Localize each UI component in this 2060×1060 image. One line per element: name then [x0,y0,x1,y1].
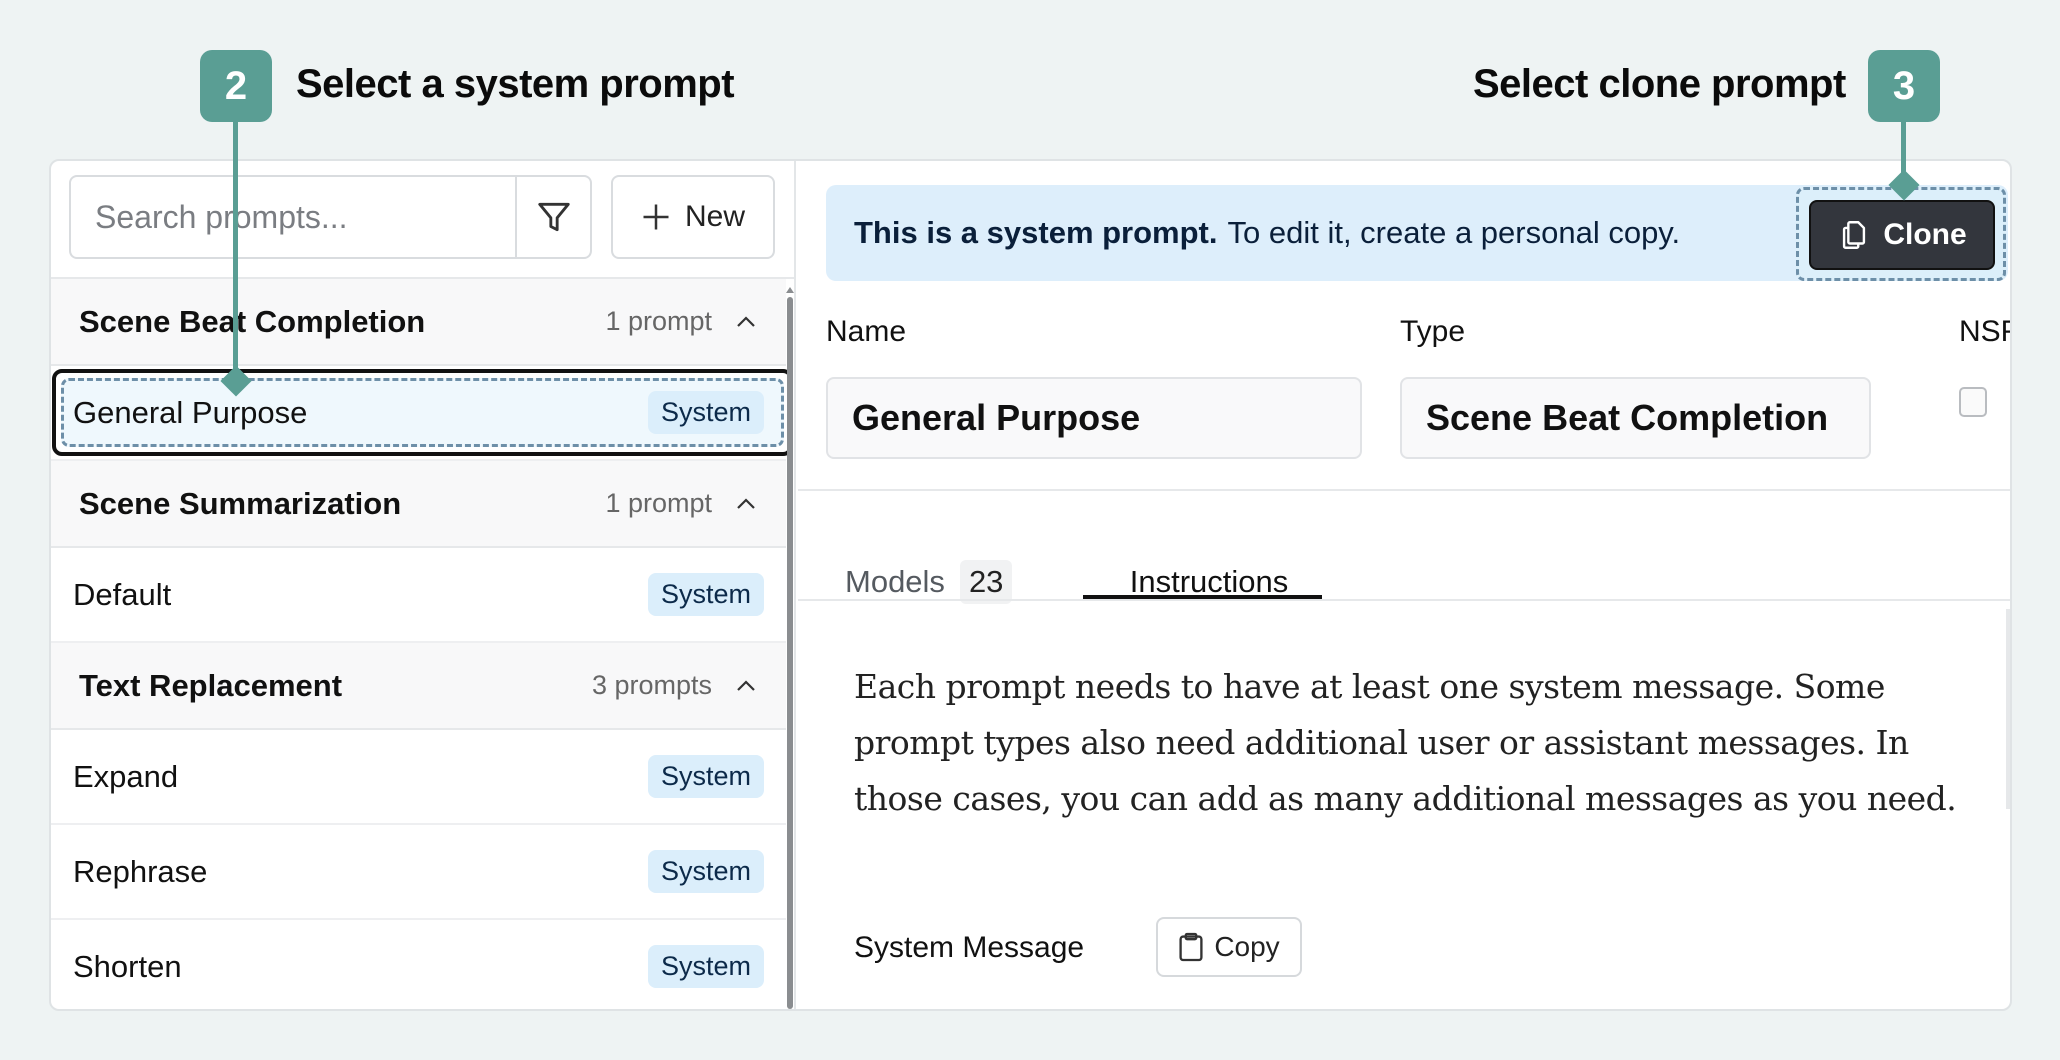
copy-icon [1843,221,1866,249]
chevron-up-icon[interactable] [734,310,758,334]
clone-highlight: Clone [1796,187,2006,281]
copy-button[interactable]: Copy [1156,917,1302,977]
models-count-badge: 23 [959,560,1013,604]
step-2-label: Select a system prompt [296,62,735,106]
clone-button[interactable]: Clone [1809,200,1995,270]
new-button-label: New [684,200,745,233]
name-value: General Purpose [852,397,1141,438]
chevron-up-icon[interactable] [734,674,758,698]
step-2-badge: 2 [200,50,272,122]
copy-label: Copy [1214,931,1280,962]
prompt-manager-window: New Scene Beat Completion 1 prompt Gener… [49,159,2012,1011]
notice-bold: This is a system prompt. [854,215,1218,250]
system-badge: System [647,573,764,616]
system-badge: System [647,850,764,893]
prompt-item-expand[interactable]: Expand System [51,730,786,825]
prompt-name: General Purpose [73,394,308,430]
step-3-badge: 3 [1868,50,1940,122]
clone-label: Clone [1883,218,1967,251]
prompt-list: Scene Beat Completion 1 prompt General P… [51,279,793,1009]
prompt-name: Shorten [73,948,182,984]
system-badge: System [647,391,764,434]
clipboard-icon [1179,932,1203,962]
name-label: Name [826,315,907,348]
prompt-item-general-purpose[interactable]: General Purpose System [51,366,793,461]
type-label: Type [1400,315,1466,348]
prompt-detail-panel: This is a system prompt. To edit it, cre… [798,161,2010,1009]
prompt-list-scrollbar[interactable] [786,287,794,1009]
prompt-name: Expand [73,758,179,794]
system-badge: System [647,755,764,798]
instructions-content: Each prompt needs to have at least one s… [798,601,2010,1009]
group-count: 3 prompts [591,670,712,700]
group-header-scene-summarization[interactable]: Scene Summarization 1 prompt [51,461,786,548]
content-scrollbar[interactable] [2006,609,2010,809]
nsfw-label: NSFW [1959,315,2010,348]
chevron-up-icon[interactable] [734,492,758,516]
group-header-scene-beat-completion[interactable]: Scene Beat Completion 1 prompt [51,279,786,366]
prompt-item-rephrase[interactable]: Rephrase System [51,825,786,920]
group-title: Scene Summarization [79,485,402,521]
group-title: Text Replacement [79,667,343,703]
prompt-list-panel: New Scene Beat Completion 1 prompt Gener… [51,161,796,1009]
form-divider [798,489,2010,491]
plus-icon [643,204,669,230]
prompt-name: Rephrase [73,853,208,889]
step-3-label: Select clone prompt [1473,62,1846,106]
instructions-text: Each prompt needs to have at least one s… [854,667,1957,818]
filter-icon [537,202,570,232]
prompt-list-toolbar: New [51,161,794,279]
scroll-up-arrow[interactable] [786,287,794,293]
system-message-label: System Message [854,931,1085,964]
scrollbar-thumb[interactable] [787,297,793,1009]
filter-button[interactable] [515,177,590,257]
nsfw-checkbox[interactable] [1959,387,1987,417]
group-count: 1 prompt [605,306,712,336]
new-prompt-button[interactable]: New [611,175,775,259]
step-2-connector [233,120,238,378]
name-field[interactable]: General Purpose [826,377,1362,459]
search-input[interactable] [71,177,515,257]
group-header-text-replacement[interactable]: Text Replacement 3 prompts [51,643,786,730]
type-field[interactable]: Scene Beat Completion [1400,377,1871,459]
system-badge: System [647,945,764,988]
prompt-item-default[interactable]: Default System [51,548,786,643]
group-count: 1 prompt [605,488,712,518]
prompt-item-shorten[interactable]: Shorten System [51,920,786,1009]
group-title: Scene Beat Completion [79,303,426,339]
search-box [69,175,592,259]
type-value: Scene Beat Completion [1426,397,1829,438]
prompt-name: Default [73,576,172,612]
tab-models-label: Models [845,564,945,599]
notice-text: To edit it, create a personal copy. [1227,215,1681,250]
